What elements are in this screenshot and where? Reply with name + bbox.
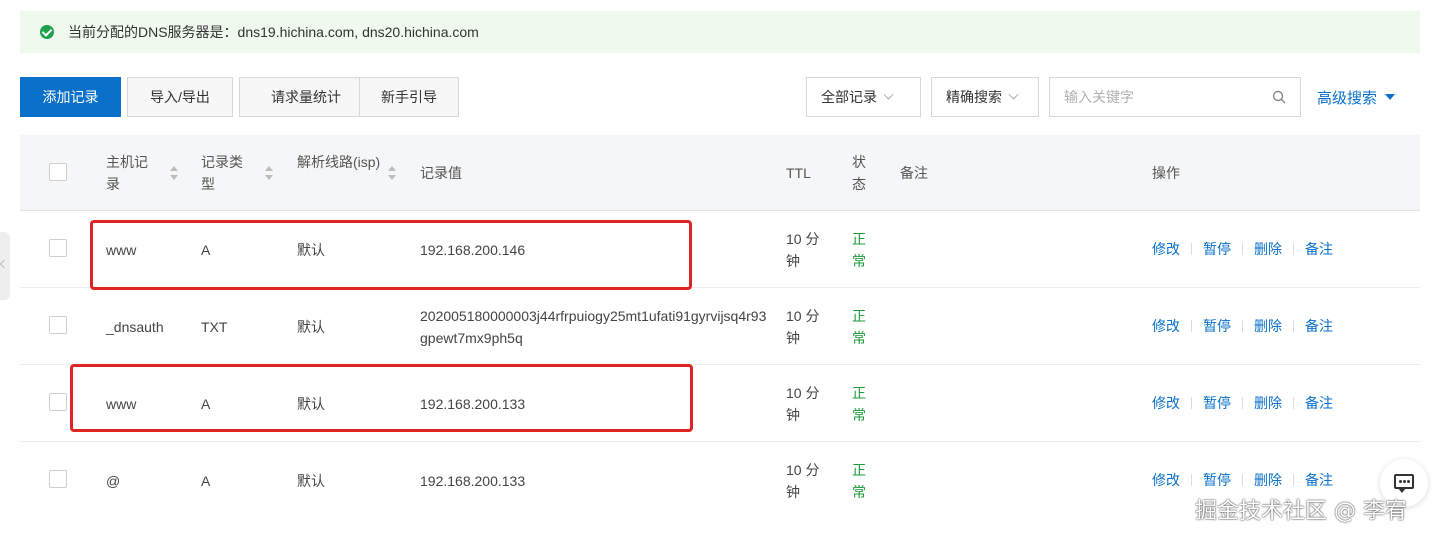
header-status: 状态 (852, 154, 866, 192)
cell-value: 192.168.200.133 (420, 473, 526, 489)
record-filter-value: 全部记录 (821, 89, 877, 105)
header-host: 主机记录 (106, 154, 148, 192)
watermark-text: 掘金技术社区 @ 李宥 (1195, 499, 1407, 524)
caret-down-icon (1385, 94, 1396, 100)
table-row: _dnsauth TXT 默认 202005180000003j44rfrpui… (20, 288, 1420, 365)
cell-line: 默认 (297, 473, 325, 489)
search-input[interactable] (1064, 89, 1264, 105)
notice-text: 当前分配的DNS服务器是：dns19.hichina.com, dns20.hi… (68, 24, 479, 40)
divider (1293, 320, 1294, 332)
delete-link[interactable]: 删除 (1254, 393, 1282, 413)
request-stats-button[interactable]: 请求量统计 (239, 77, 373, 117)
divider (1191, 320, 1192, 332)
edit-link[interactable]: 修改 (1152, 470, 1180, 490)
highlight-box-record-3 (70, 364, 693, 432)
divider (1293, 243, 1294, 255)
divider (1191, 397, 1192, 409)
remark-link[interactable]: 备注 (1305, 316, 1333, 336)
collapse-sidebar-handle[interactable] (0, 232, 10, 300)
cell-line: 默认 (297, 319, 325, 335)
delete-link[interactable]: 删除 (1254, 470, 1282, 490)
import-export-button[interactable]: 导入/导出 (127, 77, 233, 117)
row-checkbox[interactable] (49, 239, 67, 257)
pause-link[interactable]: 暂停 (1203, 393, 1231, 413)
guide-button[interactable]: 新手引导 (359, 77, 459, 117)
header-type: 记录类型 (201, 154, 243, 192)
divider (1191, 243, 1192, 255)
row-checkbox[interactable] (49, 470, 67, 488)
chat-bubble-icon (1394, 474, 1414, 489)
table-header: 主机记录 记录类型 解析线路(isp) 记录值 TTL 状态 备注 操作 (20, 135, 1420, 211)
record-filter-select[interactable]: 全部记录 (806, 77, 921, 117)
cell-status: 正常 (852, 308, 866, 346)
divider (1242, 320, 1243, 332)
dns-server-notice: 当前分配的DNS服务器是：dns19.hichina.com, dns20.hi… (20, 11, 1420, 53)
cell-status: 正常 (852, 462, 866, 500)
cell-ttl: 10 分钟 (786, 231, 820, 269)
cell-type: TXT (201, 319, 228, 335)
chevron-down-icon (1008, 89, 1019, 100)
toolbar: 添加记录 导入/导出 请求量统计 新手引导 全部记录 精确搜索 高级搜索 (20, 77, 1420, 117)
row-actions: 修改 暂停 删除 备注 (1152, 470, 1333, 490)
pause-link[interactable]: 暂停 (1203, 470, 1231, 490)
sort-host-icon[interactable] (170, 166, 178, 180)
edit-link[interactable]: 修改 (1152, 316, 1180, 336)
sort-type-icon[interactable] (265, 166, 273, 180)
search-mode-select[interactable]: 精确搜索 (931, 77, 1039, 117)
search-mode-value: 精确搜索 (946, 89, 1002, 105)
pause-link[interactable]: 暂停 (1203, 239, 1231, 259)
dns-records-table: 主机记录 记录类型 解析线路(isp) 记录值 TTL 状态 备注 操作 www… (20, 135, 1420, 519)
header-remark: 备注 (900, 165, 928, 181)
check-circle-icon (40, 25, 54, 39)
cell-status: 正常 (852, 231, 866, 269)
cell-status: 正常 (852, 385, 866, 423)
row-checkbox[interactable] (49, 393, 67, 411)
remark-link[interactable]: 备注 (1305, 239, 1333, 259)
divider (1191, 474, 1192, 486)
row-actions: 修改 暂停 删除 备注 (1152, 316, 1333, 336)
advanced-search-link[interactable]: 高级搜索 (1317, 77, 1396, 117)
select-all-checkbox[interactable] (49, 163, 67, 181)
cell-type: A (201, 473, 211, 489)
search-box (1049, 77, 1301, 117)
cell-ttl: 10 分钟 (786, 462, 820, 500)
divider (1242, 474, 1243, 486)
divider (1242, 243, 1243, 255)
header-actions: 操作 (1152, 165, 1180, 181)
chevron-left-icon (0, 259, 9, 269)
cell-value: 202005180000003j44rfrpuiogy25mt1ufati91g… (420, 308, 767, 346)
remark-link[interactable]: 备注 (1305, 393, 1333, 413)
row-actions: 修改 暂停 删除 备注 (1152, 393, 1333, 413)
chevron-down-icon (883, 89, 894, 100)
sort-line-icon[interactable] (388, 166, 396, 180)
cell-ttl: 10 分钟 (786, 385, 820, 423)
pause-link[interactable]: 暂停 (1203, 316, 1231, 336)
header-value: 记录值 (420, 165, 462, 181)
delete-link[interactable]: 删除 (1254, 239, 1282, 259)
cell-ttl: 10 分钟 (786, 308, 820, 346)
row-checkbox[interactable] (49, 316, 67, 334)
cell-host: @ (106, 473, 121, 489)
divider (1293, 397, 1294, 409)
delete-link[interactable]: 删除 (1254, 316, 1282, 336)
divider (1293, 474, 1294, 486)
header-line: 解析线路(isp) (297, 154, 381, 170)
divider (1242, 397, 1243, 409)
highlight-box-record-1 (90, 220, 692, 290)
edit-link[interactable]: 修改 (1152, 393, 1180, 413)
row-actions: 修改 暂停 删除 备注 (1152, 239, 1333, 259)
cell-host: _dnsauth (106, 319, 164, 335)
remark-link[interactable]: 备注 (1305, 470, 1333, 490)
header-ttl: TTL (786, 165, 811, 181)
edit-link[interactable]: 修改 (1152, 239, 1180, 259)
advanced-search-label: 高级搜索 (1317, 89, 1378, 107)
add-record-button[interactable]: 添加记录 (20, 77, 121, 117)
search-icon[interactable] (1272, 90, 1286, 104)
